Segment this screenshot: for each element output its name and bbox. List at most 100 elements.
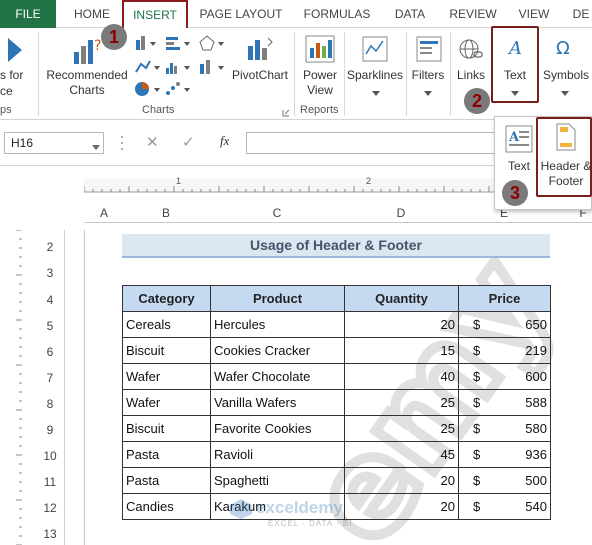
price-currency: $ xyxy=(473,421,481,436)
ribbon-tab-bar: FILE HOME INSERT PAGE LAYOUT FORMULAS DA… xyxy=(0,0,592,29)
row-header-13[interactable]: 13 xyxy=(36,527,64,541)
header-price[interactable]: Price xyxy=(458,285,551,312)
column-header-c[interactable]: C xyxy=(210,204,344,222)
cell-product[interactable]: Hercules xyxy=(210,311,345,338)
cell-category[interactable]: Pasta xyxy=(122,467,211,494)
symbols-dropdown-icon[interactable] xyxy=(561,86,569,96)
statistic-chart-icon[interactable] xyxy=(164,58,194,76)
row-header-4[interactable]: 4 xyxy=(36,293,64,307)
cell-price[interactable]: $588 xyxy=(458,389,551,416)
cell-quantity[interactable]: 25 xyxy=(344,389,459,416)
header-product[interactable]: Product xyxy=(210,285,345,312)
tab-insert[interactable]: INSERT xyxy=(122,0,188,29)
cell-quantity[interactable]: 40 xyxy=(344,363,459,390)
cell-product[interactable]: Ravioli xyxy=(210,441,345,468)
power-view-button[interactable]: Power View xyxy=(298,68,342,98)
textbox-button[interactable]: Text xyxy=(499,159,539,174)
row-header-5[interactable]: 5 xyxy=(36,319,64,333)
column-chart-icon[interactable] xyxy=(134,34,160,52)
cell-price[interactable]: $580 xyxy=(458,415,551,442)
cell-category[interactable]: Pasta xyxy=(122,441,211,468)
sparklines-button[interactable]: Sparklines xyxy=(346,68,404,83)
cell-quantity[interactable]: 20 xyxy=(344,311,459,338)
column-header-a[interactable]: A xyxy=(92,204,116,222)
cell-price[interactable]: $936 xyxy=(458,441,551,468)
textbox-icon[interactable]: A xyxy=(505,125,533,153)
cell-category[interactable]: Biscuit xyxy=(122,415,211,442)
pie-chart-icon[interactable] xyxy=(134,80,164,98)
cell-category[interactable]: Biscuit xyxy=(122,337,211,364)
cell-quantity[interactable]: 15 xyxy=(344,337,459,364)
cell-quantity[interactable]: 20 xyxy=(344,493,459,520)
pivotchart-icon[interactable] xyxy=(242,34,276,64)
cell-price[interactable]: $219 xyxy=(458,337,551,364)
filters-icon[interactable] xyxy=(416,36,442,62)
tab-view[interactable]: VIEW xyxy=(514,0,554,28)
tab-page-layout[interactable]: PAGE LAYOUT xyxy=(196,0,286,28)
pivotchart-button[interactable]: PivotChart xyxy=(228,68,292,83)
cell-category[interactable]: Wafer xyxy=(122,363,211,390)
tab-data[interactable]: DATA xyxy=(390,0,430,28)
data-table: Category Product Quantity Price Cereals H… xyxy=(122,285,551,520)
symbols-icon[interactable]: Ω xyxy=(552,36,578,60)
filters-button[interactable]: Filters xyxy=(408,68,448,83)
name-box-dropdown-icon[interactable] xyxy=(92,140,100,150)
radar-chart-icon[interactable] xyxy=(198,34,226,52)
cell-product[interactable]: Cookies Cracker xyxy=(210,337,345,364)
partial-button-label-bottom[interactable]: ce xyxy=(0,84,36,99)
row-header-2[interactable]: 2 xyxy=(36,240,64,254)
row-header-9[interactable]: 9 xyxy=(36,423,64,437)
combo-chart-icon[interactable] xyxy=(198,58,226,76)
links-icon[interactable] xyxy=(458,36,484,62)
name-box[interactable]: H16 xyxy=(4,132,104,154)
cell-price[interactable]: $500 xyxy=(458,467,551,494)
row-header-11[interactable]: 11 xyxy=(36,475,64,489)
power-view-icon[interactable] xyxy=(304,34,336,64)
row-header-12[interactable]: 12 xyxy=(36,501,64,515)
cell-category[interactable]: Wafer xyxy=(122,389,211,416)
row-header-7[interactable]: 7 xyxy=(36,371,64,385)
recommended-charts-icon[interactable]: ? xyxy=(72,36,102,66)
partial-button-label-top[interactable]: s for xyxy=(0,68,36,83)
row-header-3[interactable]: 3 xyxy=(36,266,64,280)
cell-quantity[interactable]: 20 xyxy=(344,467,459,494)
row-header-6[interactable]: 6 xyxy=(36,345,64,359)
enter-formula-button[interactable]: ✓ xyxy=(182,133,198,153)
links-button[interactable]: Links xyxy=(452,68,490,83)
header-quantity[interactable]: Quantity xyxy=(344,285,459,312)
row-header-10[interactable]: 10 xyxy=(36,449,64,463)
cell-product[interactable]: Favorite Cookies xyxy=(210,415,345,442)
cell-price[interactable]: $540 xyxy=(458,493,551,520)
cell-price[interactable]: $650 xyxy=(458,311,551,338)
cell-product[interactable]: Wafer Chocolate xyxy=(210,363,345,390)
row-header-8[interactable]: 8 xyxy=(36,397,64,411)
cell-product[interactable]: Spaghetti xyxy=(210,467,345,494)
symbols-button[interactable]: Symbols xyxy=(540,68,592,83)
cell-product[interactable]: Vanilla Wafers xyxy=(210,389,345,416)
insert-function-button[interactable]: fx xyxy=(220,133,240,153)
tab-review[interactable]: REVIEW xyxy=(446,0,500,28)
cell-category[interactable]: Cereals xyxy=(122,311,211,338)
column-header-d[interactable]: D xyxy=(344,204,458,222)
filters-dropdown-icon[interactable] xyxy=(424,86,432,96)
hierarchy-chart-icon[interactable] xyxy=(164,34,194,52)
partial-addin-icon[interactable] xyxy=(0,34,22,64)
cancel-formula-button[interactable]: ✕ xyxy=(146,133,162,153)
tab-developer[interactable]: DE xyxy=(570,0,592,28)
step-marker-3: 3 xyxy=(502,180,528,206)
tab-file[interactable]: FILE xyxy=(0,0,56,28)
cell-category[interactable]: Candies xyxy=(122,493,211,520)
line-chart-icon[interactable] xyxy=(134,58,164,76)
cell-price[interactable]: $600 xyxy=(458,363,551,390)
sparklines-icon[interactable] xyxy=(362,36,388,62)
cell-quantity[interactable]: 25 xyxy=(344,415,459,442)
sheet-title[interactable]: Usage of Header & Footer xyxy=(122,234,550,258)
header-category[interactable]: Category xyxy=(122,285,211,312)
scatter-chart-icon[interactable] xyxy=(164,80,194,98)
cell-quantity[interactable]: 45 xyxy=(344,441,459,468)
column-header-b[interactable]: B xyxy=(122,204,210,222)
tab-formulas[interactable]: FORMULAS xyxy=(300,0,374,28)
dialog-launcher-icon[interactable] xyxy=(282,106,290,117)
sparklines-dropdown-icon[interactable] xyxy=(372,86,380,96)
recommended-charts-button[interactable]: Recommended Charts xyxy=(44,68,130,98)
